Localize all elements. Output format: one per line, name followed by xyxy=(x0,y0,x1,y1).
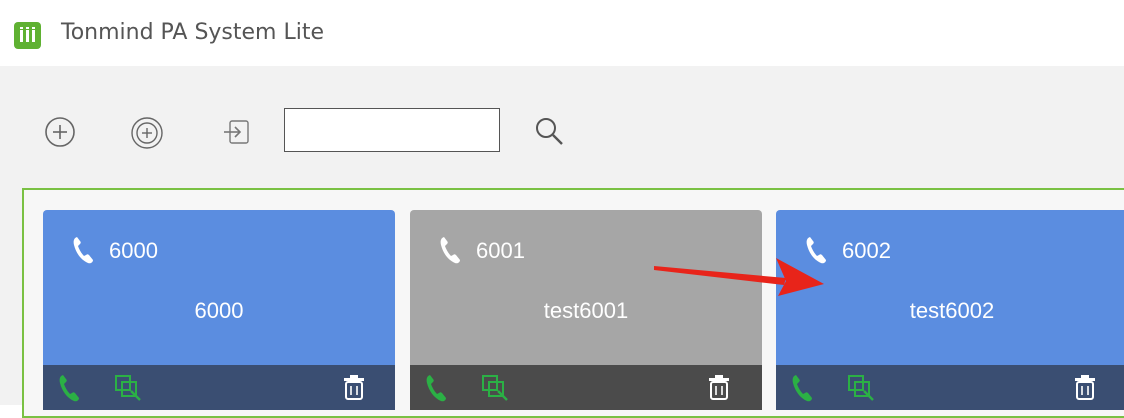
circle-plus-icon xyxy=(45,117,75,147)
app-logo-icon xyxy=(14,22,41,49)
add-device-button[interactable] xyxy=(44,116,76,153)
device-card-footer xyxy=(410,365,762,410)
phone-icon xyxy=(73,237,93,264)
red-arrow-icon xyxy=(654,258,824,296)
device-name: test6001 xyxy=(543,298,629,323)
device-card-footer xyxy=(43,365,395,410)
copy-config-icon[interactable] xyxy=(113,373,143,403)
trash-icon[interactable] xyxy=(706,373,732,403)
device-card[interactable]: 6002 test6002 xyxy=(776,210,1124,410)
double-circle-plus-icon xyxy=(131,117,163,149)
trash-icon[interactable] xyxy=(341,373,367,403)
title-bar: Tonmind PA System Lite xyxy=(0,0,1124,66)
copy-config-icon[interactable] xyxy=(846,373,876,403)
device-name: test6002 xyxy=(909,298,995,323)
copy-config-icon[interactable] xyxy=(480,373,510,403)
add-group-button[interactable] xyxy=(130,116,164,155)
import-button[interactable] xyxy=(220,115,254,154)
search-input[interactable] xyxy=(284,108,500,152)
search-icon xyxy=(536,118,563,145)
phone-icon xyxy=(440,237,460,264)
device-card[interactable]: 6001 test6001 xyxy=(410,210,762,410)
device-extension: 6000 xyxy=(109,238,158,263)
device-card[interactable]: 6000 6000 xyxy=(43,210,395,410)
device-extension: 6002 xyxy=(842,238,891,263)
search-button[interactable] xyxy=(532,114,566,153)
phone-call-icon[interactable] xyxy=(790,373,818,403)
import-icon xyxy=(224,120,249,144)
app-title: Tonmind PA System Lite xyxy=(61,20,325,45)
device-card-footer xyxy=(776,365,1124,410)
phone-call-icon[interactable] xyxy=(57,373,85,403)
trash-icon[interactable] xyxy=(1072,373,1098,403)
phone-call-icon[interactable] xyxy=(424,373,452,403)
device-card-body[interactable]: 6000 6000 xyxy=(43,210,395,365)
device-name: 6000 xyxy=(194,298,244,323)
device-extension: 6001 xyxy=(476,238,525,263)
